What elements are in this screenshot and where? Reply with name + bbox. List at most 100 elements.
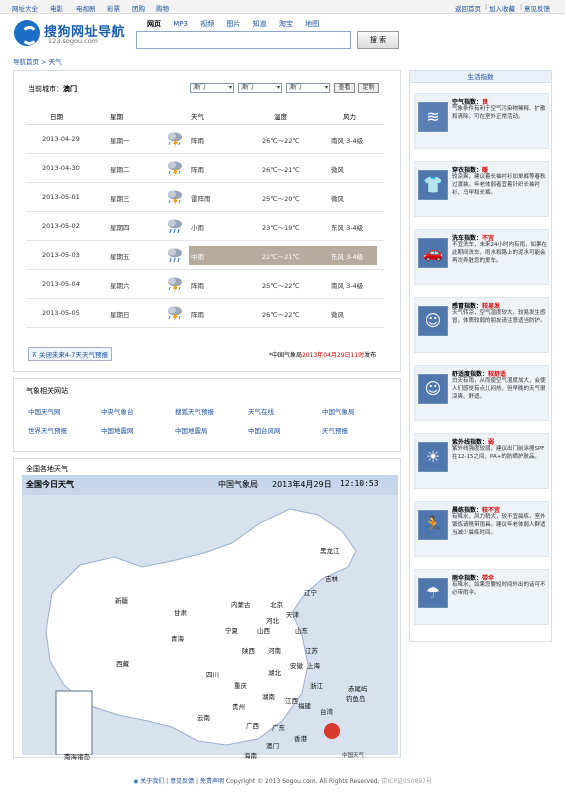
link-earthquake-bureau[interactable]: 中国地震局	[175, 425, 208, 435]
province-label[interactable]: 西藏	[116, 658, 129, 668]
thunder-rain-icon	[166, 130, 184, 148]
province-label[interactable]: 河南	[268, 645, 281, 655]
cell-weather: 阵雨	[191, 282, 204, 290]
query-button[interactable]: 查看	[334, 83, 355, 93]
life-index-item[interactable]: 👕 穿衣指数：暖 较凉爽，建议着长袖衬衫加单裤等春秋过渡装。年老体弱者宜着针织长袖衬…	[414, 161, 549, 217]
nav-tab-mp3[interactable]: MP3	[173, 20, 188, 28]
nav-tab-image[interactable]: 图片	[226, 20, 240, 28]
province-label[interactable]: 湖北	[268, 667, 281, 677]
province-label[interactable]: 广东	[272, 722, 285, 732]
province-label[interactable]: 钓鱼岛	[346, 693, 366, 703]
province-label[interactable]: 广西	[246, 720, 259, 730]
topbar-link-sites[interactable]: 网址大全	[12, 3, 38, 13]
breadcrumb-text[interactable]: 导航首页 > 天气	[13, 58, 62, 66]
search-input[interactable]	[136, 31, 351, 49]
province-select[interactable]: 澳门	[190, 83, 234, 93]
province-label[interactable]: 云南	[197, 712, 210, 722]
province-label[interactable]: 天津	[286, 609, 299, 619]
life-index-item[interactable]: ≋ 空气指数：良 气象条件有利于空气污染物稀释、扩散和清除，可在室外正常活动。	[414, 93, 549, 149]
divider: |	[485, 3, 488, 11]
cell-week: 星期三	[110, 195, 130, 203]
province-label[interactable]: 海南	[244, 750, 257, 760]
province-label[interactable]: 黑龙江	[320, 545, 340, 555]
cell-date: 2013-05-04	[42, 280, 80, 288]
close-extended-forecast-link[interactable]: ⊼ 关闭未来4-7天天气预报	[28, 347, 112, 361]
footer-link-disclaimer[interactable]: 免责声明	[200, 778, 224, 785]
link-nmc[interactable]: 中央气象台	[101, 406, 134, 416]
province-label[interactable]: 浙江	[310, 680, 323, 690]
link-earthquake-net[interactable]: 中国地震网	[101, 425, 134, 435]
search-button[interactable]: 搜 索	[357, 31, 399, 49]
province-label[interactable]: 新疆	[115, 595, 128, 605]
life-index-item[interactable]: 🏃 晨练指数：较不宜 有降水，风力稍大，较不宜晨练，室外锻炼请携带雨具。建议年老体弱…	[414, 501, 549, 557]
province-label[interactable]: 上海	[307, 660, 320, 670]
topbar-link-movie[interactable]: 电影	[50, 3, 63, 13]
nav-tab-taobao[interactable]: 淘宝	[279, 20, 293, 28]
province-label[interactable]: 重庆	[234, 680, 247, 690]
province-label[interactable]: 贵州	[232, 701, 245, 711]
province-label[interactable]: 湖南	[262, 691, 275, 701]
province-label[interactable]: 四川	[206, 669, 219, 679]
topbar-link-home[interactable]: 返回首页	[455, 3, 481, 13]
car-icon: 🚗	[418, 238, 448, 268]
province-label[interactable]: 河北	[266, 615, 279, 625]
province-label[interactable]: 福建	[298, 700, 311, 710]
province-label[interactable]: 山东	[295, 625, 308, 635]
cell-wind: 微风	[331, 166, 344, 174]
nav-tab-zhidao[interactable]: 知道	[253, 20, 267, 28]
city-select[interactable]: 澳门	[238, 83, 282, 93]
nav-tab-video[interactable]: 视频	[200, 20, 214, 28]
province-label[interactable]: 台湾	[320, 706, 333, 716]
province-label[interactable]: 辽宁	[304, 587, 317, 597]
link-sohu-weather[interactable]: 搜狐天气预报	[175, 406, 214, 416]
province-label[interactable]: 安徽	[290, 660, 303, 670]
province-label[interactable]: 内蒙古	[231, 599, 251, 609]
province-label[interactable]: 江西	[285, 695, 298, 705]
life-index-item[interactable]: ☺ 感冒指数：较易发 天气转凉，空气湿度较大，较易发生感冒，体质较弱的朋友请注意适当…	[414, 297, 549, 353]
china-weather-map[interactable]: 全国今日天气 中国气象局 2013年4月29日 12:10:53 黑龙江 吉林 辽宁…	[22, 475, 398, 761]
province-label[interactable]: 江苏	[305, 645, 318, 655]
district-select[interactable]: 澳门	[286, 83, 330, 93]
province-label[interactable]: 甘肃	[174, 607, 187, 617]
province-label[interactable]: 澳门	[266, 740, 279, 750]
nav-tab-map[interactable]: 地图	[305, 20, 319, 28]
life-index-panel: 生活指数 ≋ 空气指数：良 气象条件有利于空气污染物稀释、扩散和清除，可在室外正常活…	[409, 70, 552, 642]
topbar-link-tv[interactable]: 电视剧	[76, 3, 96, 13]
cell-wind: 微风	[331, 311, 344, 319]
thunder-rain-icon	[166, 275, 184, 293]
province-label[interactable]: 青海	[171, 633, 184, 643]
cell-wind: 东风 3-4级	[331, 224, 364, 232]
province-label[interactable]: 宁夏	[225, 625, 238, 635]
province-label[interactable]: 陕西	[242, 645, 255, 655]
link-typhoon[interactable]: 中国台风网	[248, 425, 281, 435]
province-label[interactable]: 香港	[294, 733, 307, 743]
col-date: 日期	[50, 113, 63, 121]
customize-button[interactable]: 定制	[358, 83, 379, 93]
sogou-logo-icon[interactable]	[14, 20, 40, 46]
province-label[interactable]: 中国天气	[342, 751, 364, 759]
footer-link-about[interactable]: 关于我们	[140, 778, 164, 785]
current-city: 当前城市：澳门	[28, 84, 77, 94]
link-weather-cn[interactable]: 中国天气网	[28, 406, 61, 416]
province-label[interactable]: 赤尾屿	[348, 683, 368, 693]
province-label[interactable]: 吉林	[325, 573, 338, 583]
topbar-link-feedback[interactable]: 意见反馈	[524, 3, 550, 13]
topbar-link-favorite[interactable]: 加入收藏	[489, 3, 515, 13]
life-index-item[interactable]: 🚗 洗车指数：不宜 不宜洗车，未来24小时内有雨，如果在此期间洗车，雨水和路上的泥水…	[414, 229, 549, 285]
life-index-item[interactable]: ☺ 舒适度指数：较舒适 白天有雨，从而使空气湿度加大，会使人们感觉有点儿闷热，但早晚…	[414, 365, 549, 421]
life-index-item[interactable]: ☀ 紫外线指数：弱 紫外线强度较弱，建议出门前涂擦SPF在12-15之间、PA+的防…	[414, 433, 549, 489]
province-label[interactable]: 北京	[270, 599, 283, 609]
topbar-link-lottery[interactable]: 彩票	[107, 3, 120, 13]
nav-tab-web[interactable]: 网页	[147, 20, 161, 28]
life-index-item[interactable]: ☂ 雨伞指数：带伞 有降水，如果您要短时间外出的话可不必带雨伞。	[414, 569, 549, 625]
province-label[interactable]: 山西	[257, 625, 270, 635]
link-tianqi-online[interactable]: 天气在线	[248, 406, 274, 416]
link-cma[interactable]: 中国气象局	[322, 406, 355, 416]
cell-weather: 阵雨	[191, 311, 204, 319]
link-forecast[interactable]: 天气预报	[322, 425, 348, 435]
link-world-weather[interactable]: 世界天气预报	[28, 425, 67, 435]
footer-link-feedback[interactable]: 意见反馈	[170, 778, 194, 785]
topbar-link-groupbuy[interactable]: 团购	[132, 3, 145, 13]
province-label[interactable]: 南海诸岛	[64, 751, 90, 761]
topbar-link-shopping[interactable]: 购物	[156, 3, 169, 13]
